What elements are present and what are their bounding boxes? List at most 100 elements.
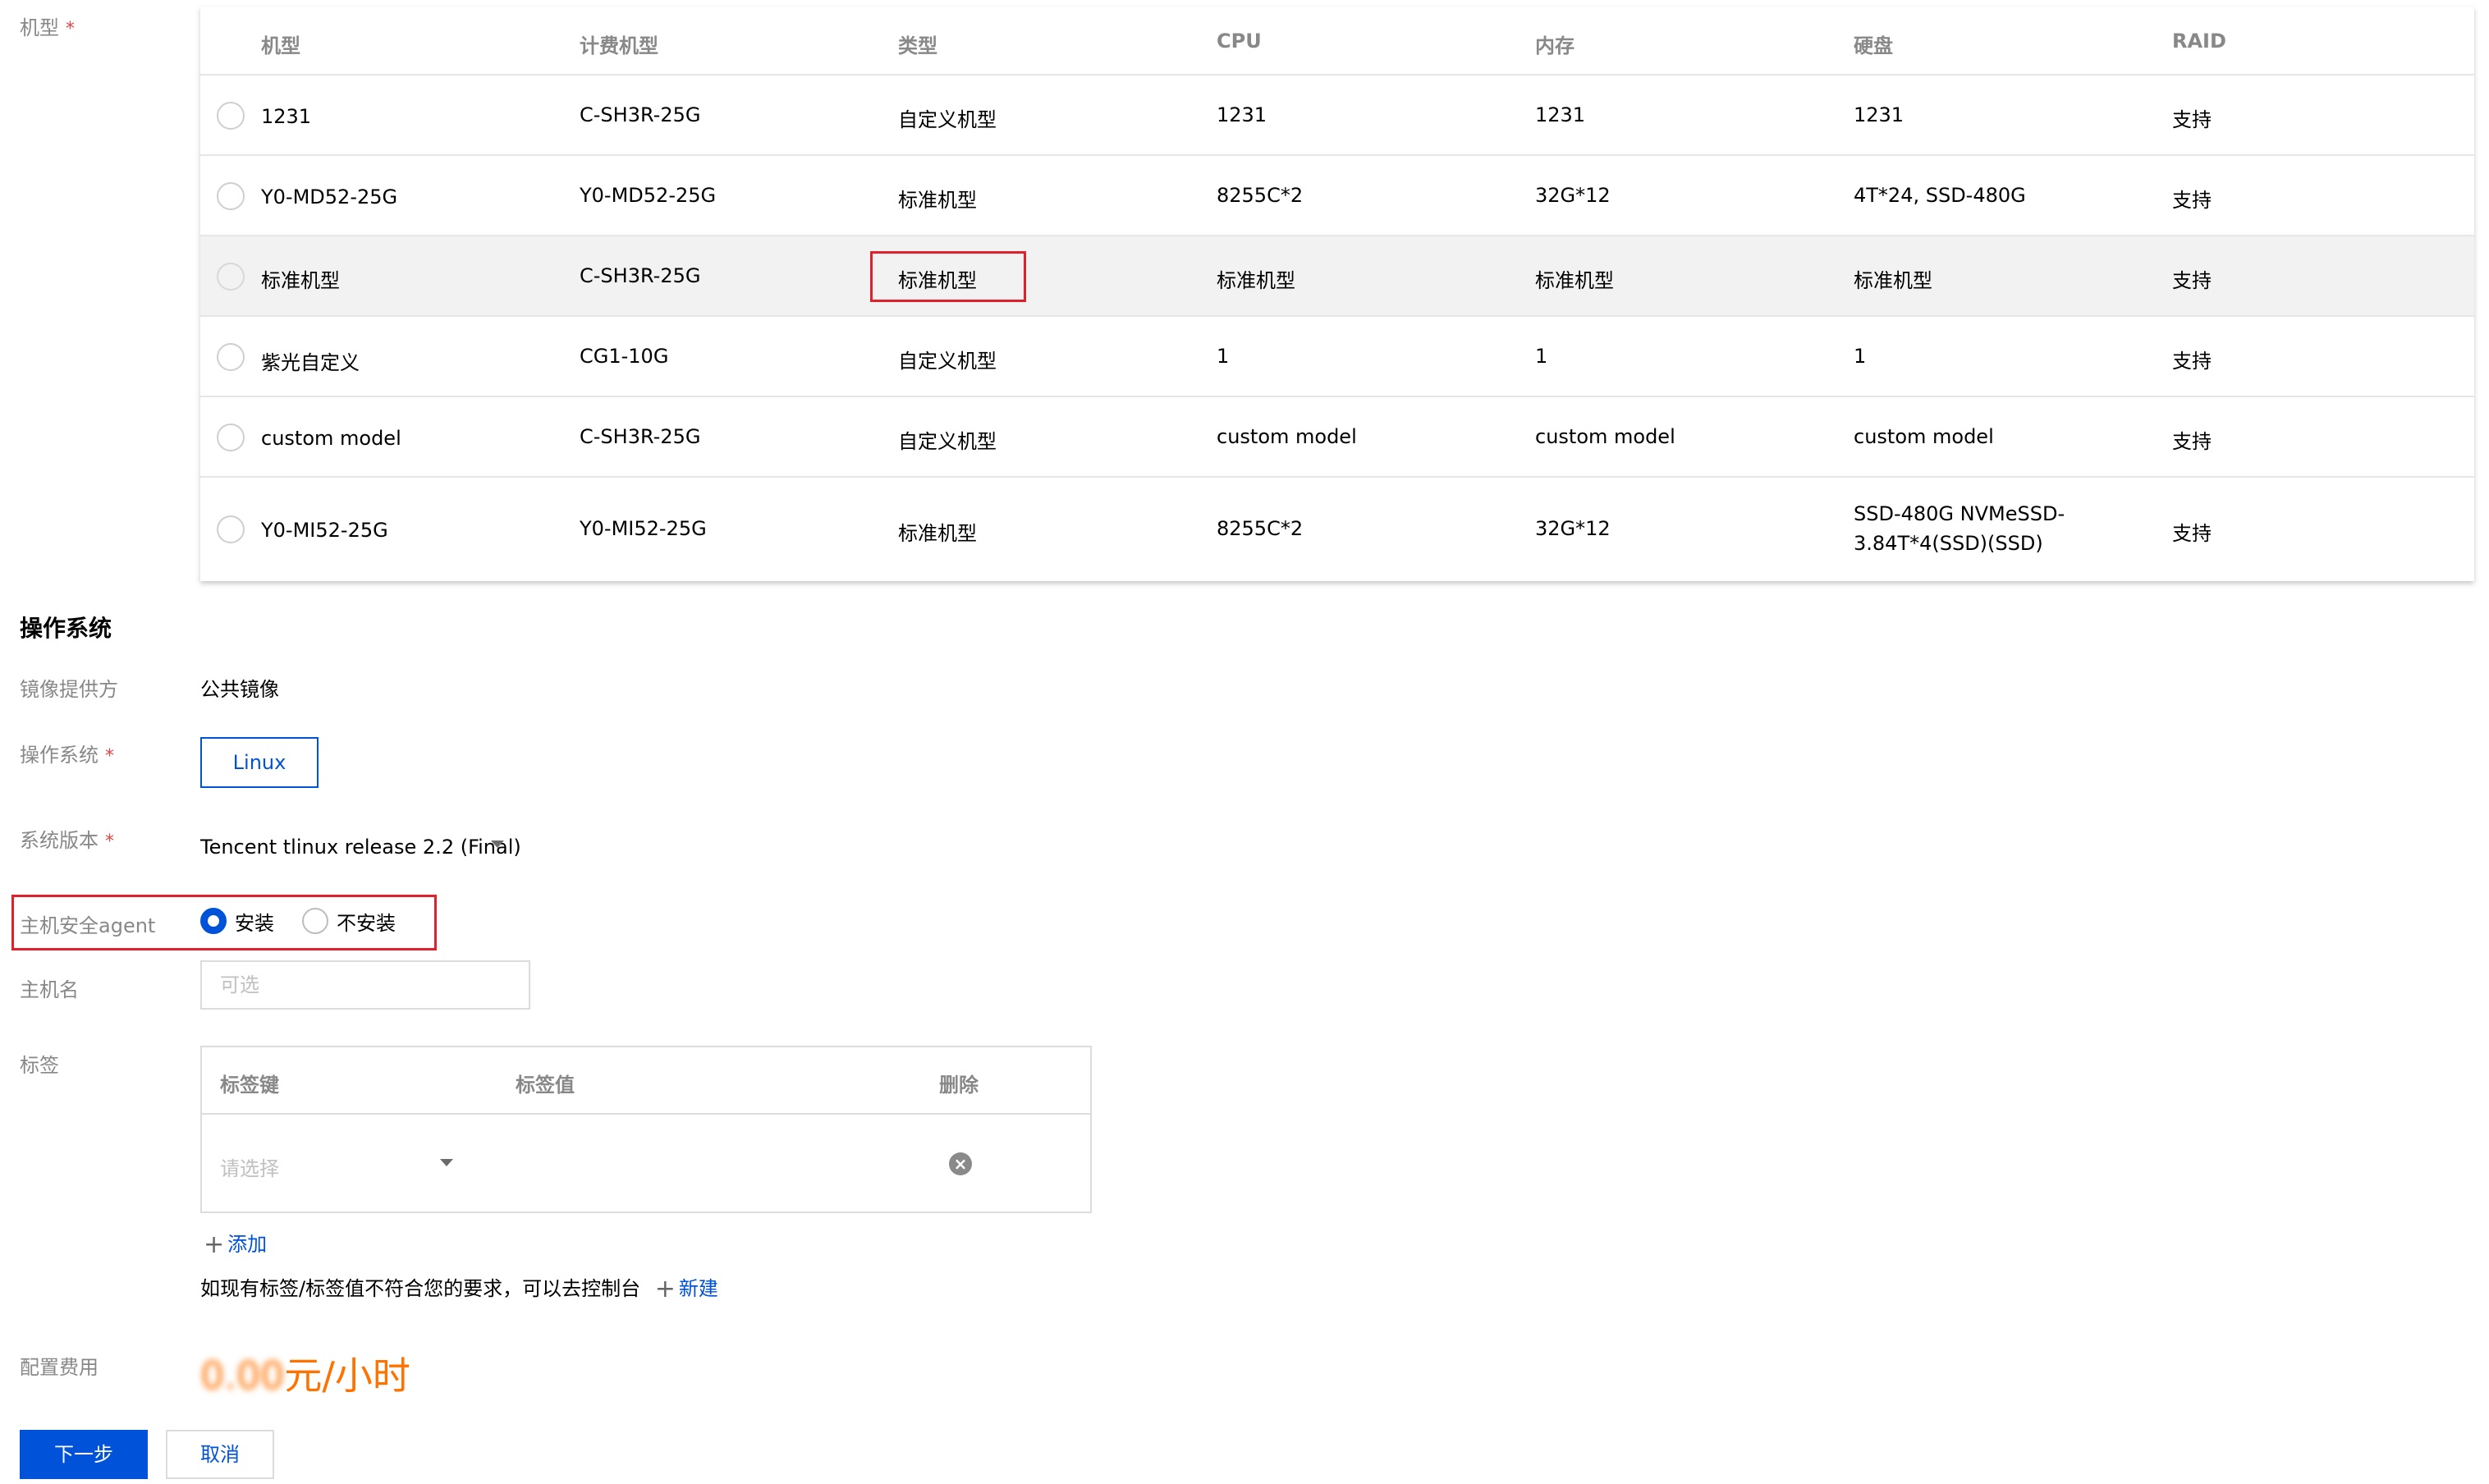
cancel-button[interactable]: 取消	[166, 1430, 274, 1479]
new-tag-link[interactable]: + 新建	[654, 1275, 718, 1303]
machine-type-label: 机型 *	[20, 16, 75, 39]
cell-cpu: 标准机型	[1217, 269, 1295, 292]
hostname-input[interactable]: 可选	[200, 960, 530, 1010]
cell-disk: 标准机型	[1854, 269, 1932, 292]
cell-cpu: 8255C*2	[1217, 184, 1304, 207]
cell-memory: 1	[1535, 345, 1548, 368]
cell-memory: 标准机型	[1535, 269, 1614, 292]
cell-disk: custom model	[1854, 425, 1994, 448]
cell-cpu: 8255C*2	[1217, 517, 1304, 540]
security-agent-label: 主机安全agent	[20, 914, 156, 937]
highlight-box	[870, 251, 1026, 302]
header-tag-key: 标签键	[220, 1074, 279, 1097]
header-raid: RAID	[2172, 30, 2226, 53]
cell-type: 标准机型	[898, 522, 977, 545]
cell-name: 紫光自定义	[261, 351, 360, 374]
table-row[interactable]: Y0-MD52-25G Y0-MD52-25G 标准机型 8255C*2 32G…	[200, 156, 2474, 236]
tag-key-select[interactable]: 请选择	[220, 1152, 279, 1181]
delete-icon[interactable]: ×	[949, 1152, 972, 1175]
chevron-down-icon[interactable]	[491, 840, 504, 848]
cell-billing: Y0-MD52-25G	[580, 184, 717, 207]
cell-name: 1231	[261, 105, 312, 128]
cell-cpu: 1231	[1217, 103, 1267, 126]
header-disk: 硬盘	[1854, 34, 1893, 57]
row-radio[interactable]	[217, 102, 245, 130]
row-radio[interactable]	[217, 424, 245, 451]
cell-memory: 32G*12	[1535, 517, 1611, 540]
cell-type: 自定义机型	[898, 108, 997, 131]
cell-disk-line1: SSD-480G NVMeSSD-	[1854, 502, 2065, 525]
machine-type-table: 机型 计费机型 类型 CPU 内存 硬盘 RAID 1231 C-SH3R-25…	[200, 7, 2474, 581]
table-row[interactable]: 标准机型 C-SH3R-25G 标准机型 标准机型 标准机型 标准机型 支持	[200, 236, 2474, 317]
cell-disk: 4T*24, SSD-480G	[1854, 184, 2026, 207]
cell-memory: 1231	[1535, 103, 1586, 126]
row-radio[interactable]	[217, 515, 245, 543]
table-row[interactable]: custom model C-SH3R-25G 自定义机型 custom mod…	[200, 397, 2474, 478]
next-button[interactable]: 下一步	[20, 1430, 148, 1479]
cell-name: Y0-MI52-25G	[261, 519, 388, 542]
table-row[interactable]: 1231 C-SH3R-25G 自定义机型 1231 1231 1231 支持	[200, 76, 2474, 156]
cell-raid: 支持	[2172, 269, 2212, 292]
image-provider-label: 镜像提供方	[20, 678, 118, 701]
cell-name: 标准机型	[261, 269, 340, 292]
os-version-select[interactable]: Tencent tlinux release 2.2 (Final)	[200, 836, 521, 859]
radio-unchecked-icon[interactable]	[302, 908, 328, 934]
row-radio[interactable]	[217, 343, 245, 371]
row-radio[interactable]	[217, 182, 245, 210]
cell-cpu: 1	[1217, 345, 1230, 368]
cell-disk-line2: 3.84T*4(SSD)(SSD)	[1854, 532, 2043, 555]
cell-billing: Y0-MI52-25G	[580, 517, 707, 540]
cell-raid: 支持	[2172, 189, 2212, 212]
cost-label: 配置费用	[20, 1356, 99, 1379]
header-tag-value: 标签值	[516, 1074, 575, 1097]
price-value: 0.00元/小时	[200, 1346, 410, 1400]
table-row[interactable]: Y0-MI52-25G Y0-MI52-25G 标准机型 8255C*2 32G…	[200, 478, 2474, 579]
radio-checked-icon[interactable]	[200, 908, 227, 934]
cell-raid: 支持	[2172, 350, 2212, 373]
plus-icon: +	[654, 1275, 676, 1303]
header-delete: 删除	[939, 1074, 979, 1097]
agent-not-install-label: 不安装	[337, 911, 396, 935]
cell-memory: 32G*12	[1535, 184, 1611, 207]
cell-type: 自定义机型	[898, 430, 997, 453]
table-row[interactable]: 紫光自定义 CG1-10G 自定义机型 1 1 1 支持	[200, 317, 2474, 397]
add-tag-link[interactable]: + 添加	[204, 1228, 267, 1259]
cell-billing: CG1-10G	[580, 345, 669, 368]
cell-cpu: custom model	[1217, 425, 1357, 448]
os-version-label: 系统版本 *	[20, 829, 114, 852]
row-radio[interactable]	[217, 263, 245, 291]
agent-install-radio[interactable]: 安装	[200, 906, 274, 936]
os-linux-button[interactable]: Linux	[200, 737, 319, 788]
cell-billing: C-SH3R-25G	[580, 103, 701, 126]
cell-type: 标准机型	[898, 189, 977, 212]
header-cpu: CPU	[1217, 30, 1262, 53]
cell-disk: 1231	[1854, 103, 1905, 126]
price-amount-obscured: 0.00	[200, 1353, 285, 1398]
plus-icon: +	[204, 1230, 225, 1259]
cell-billing: C-SH3R-25G	[580, 425, 701, 448]
cell-raid: 支持	[2172, 522, 2212, 545]
cell-name: custom model	[261, 427, 401, 450]
header-type: 类型	[898, 34, 937, 57]
cell-raid: 支持	[2172, 108, 2212, 131]
tags-table-header: 标签键 标签值 删除	[202, 1047, 1090, 1115]
tag-note: 如现有标签/标签值不符合您的要求，可以去控制台 + 新建	[200, 1275, 718, 1303]
cell-billing: C-SH3R-25G	[580, 264, 701, 287]
cell-name: Y0-MD52-25G	[261, 186, 398, 208]
header-machine-type: 机型	[261, 34, 300, 57]
tags-table: 标签键 标签值 删除 请选择 ×	[200, 1046, 1092, 1213]
cell-memory: custom model	[1535, 425, 1675, 448]
agent-install-label: 安装	[235, 911, 274, 935]
tags-label: 标签	[20, 1054, 59, 1077]
hostname-label: 主机名	[20, 978, 79, 1001]
price-unit: 元/小时	[284, 1353, 410, 1398]
os-section-title: 操作系统	[20, 615, 112, 642]
header-billing-type: 计费机型	[580, 34, 658, 57]
cell-disk: 1	[1854, 345, 1867, 368]
machine-table-header: 机型 计费机型 类型 CPU 内存 硬盘 RAID	[200, 7, 2474, 76]
agent-not-install-radio[interactable]: 不安装	[302, 906, 396, 936]
chevron-down-icon[interactable]	[440, 1159, 453, 1166]
image-provider-value: 公共镜像	[200, 678, 279, 701]
header-memory: 内存	[1535, 34, 1575, 57]
cell-type: 自定义机型	[898, 350, 997, 373]
